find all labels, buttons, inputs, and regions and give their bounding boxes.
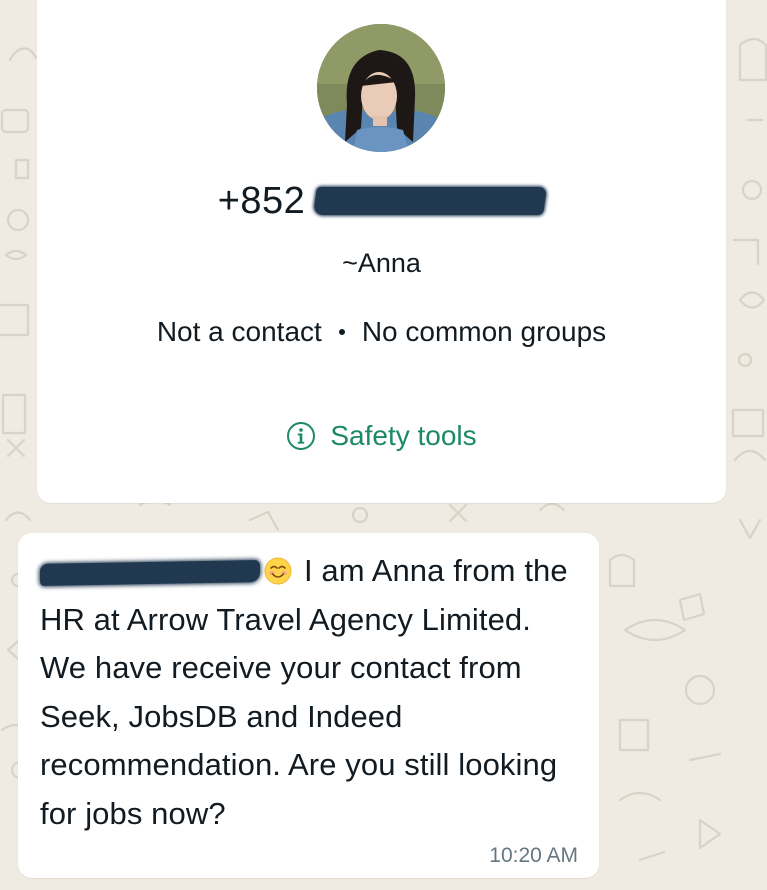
message-body: I am Anna from the HR at Arrow Travel Ag…: [40, 553, 568, 831]
incoming-message[interactable]: I am Anna from the HR at Arrow Travel Ag…: [18, 533, 599, 878]
smiling-face-emoji-icon: [264, 557, 292, 585]
phone-number-prefix: +852: [217, 179, 306, 222]
message-timestamp: 10:20 AM: [489, 844, 578, 867]
contact-display-name: ~Anna: [342, 248, 421, 278]
profile-photo-icon: [317, 24, 445, 152]
safety-tools-label: Safety tools: [330, 420, 477, 451]
contact-info-card: +852 ~Anna Not a contact No common group…: [37, 0, 726, 503]
contact-status: Not a contact: [156, 316, 322, 347]
avatar[interactable]: [317, 24, 445, 152]
info-icon: [287, 422, 316, 450]
common-groups-status: No common groups: [361, 316, 607, 347]
contact-phone-row: +852: [37, 178, 726, 224]
phone-number-redaction: [313, 187, 548, 215]
message-redaction: [39, 559, 261, 586]
separator-dot: [338, 329, 345, 335]
message-text: I am Anna from the HR at Arrow Travel Ag…: [39, 547, 585, 839]
contact-meta: Not a contact No common groups: [37, 316, 726, 348]
safety-tools-button[interactable]: Safety tools: [37, 420, 726, 452]
